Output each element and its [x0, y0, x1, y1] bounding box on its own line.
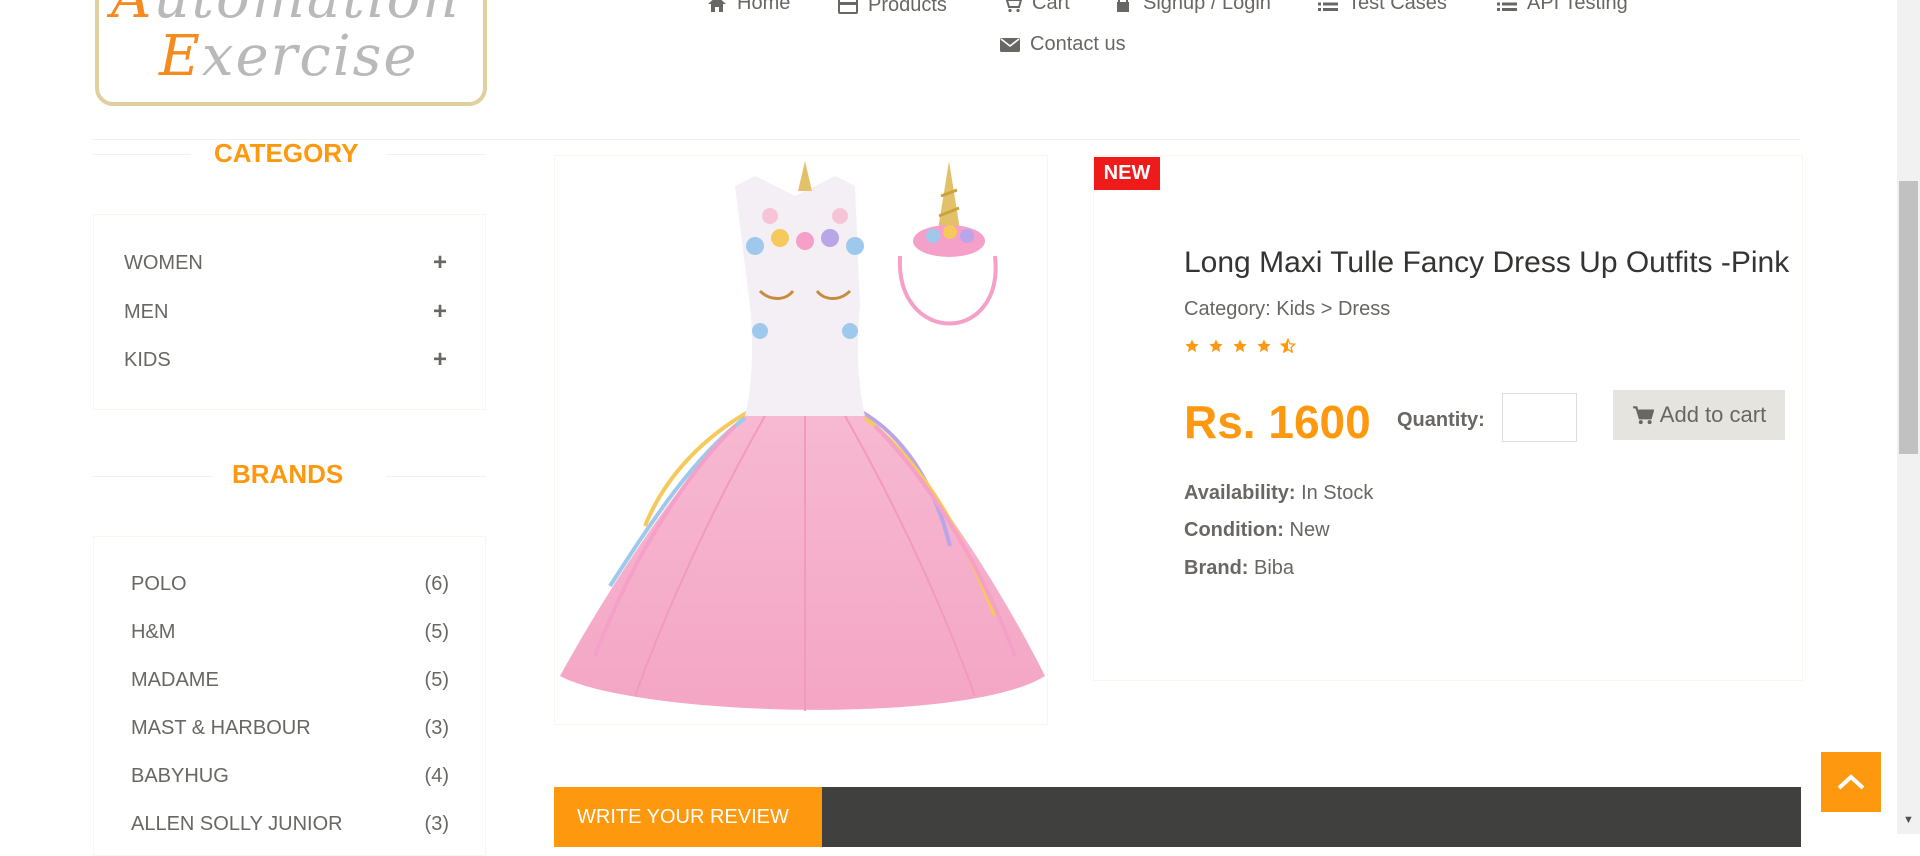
brand-count: (5): [424, 621, 449, 643]
scroll-up-button[interactable]: [1821, 752, 1881, 812]
nav-home[interactable]: Home: [707, 0, 790, 15]
availability-label: Availability:: [1184, 482, 1296, 504]
plus-icon[interactable]: +: [433, 346, 447, 374]
nav-signup-login[interactable]: Signup / Login: [1113, 0, 1271, 15]
brand-count: (3): [424, 813, 449, 835]
brands-panel: POLO (6) H&M (5) MADAME (5) MAST & HARBO…: [93, 536, 486, 856]
nav-contact-label: Contact us: [1030, 33, 1126, 55]
products-icon: [838, 0, 858, 16]
availability: Availability: In Stock: [1184, 482, 1373, 505]
rating-stars: [1184, 338, 1296, 354]
condition: Condition: New: [1184, 519, 1330, 542]
category-item-men[interactable]: MEN +: [124, 298, 447, 326]
scrollbar-thumb[interactable]: [1899, 181, 1918, 454]
list-icon: [1497, 0, 1517, 14]
nav-products[interactable]: Products: [838, 0, 947, 17]
plus-icon[interactable]: +: [433, 249, 447, 277]
brand-item-babyhug[interactable]: BABYHUG (4): [131, 765, 449, 788]
site-logo[interactable]: Automation Exercise: [95, 0, 487, 106]
nav-api-testing-label: API Testing: [1527, 0, 1628, 14]
cart-icon: [1632, 406, 1654, 425]
cart-icon: [1002, 0, 1022, 14]
nav-cart[interactable]: Cart: [1002, 0, 1070, 15]
brand: Brand: Biba: [1184, 557, 1294, 580]
new-badge: NEW: [1094, 157, 1160, 190]
nav-signup-label: Signup / Login: [1143, 0, 1271, 14]
category-item-label: MEN: [124, 300, 169, 323]
quantity-input[interactable]: [1502, 393, 1577, 442]
title-divider: [93, 154, 191, 155]
plus-icon[interactable]: +: [433, 298, 447, 326]
star-icon: [1209, 339, 1223, 352]
product-category: Category: Kids > Dress: [1184, 298, 1391, 320]
add-to-cart-button[interactable]: Add to cart: [1613, 390, 1785, 440]
chevron-up-icon: [1837, 774, 1865, 790]
tab-write-your-review[interactable]: WRITE YOUR REVIEW: [554, 787, 822, 847]
brand-item-mast-harbour[interactable]: MAST & HARBOUR (3): [131, 717, 449, 740]
brand-name: MADAME: [131, 669, 219, 691]
brand-count: (6): [424, 573, 449, 595]
home-icon: [707, 0, 727, 14]
nav-contact-us[interactable]: Contact us: [1000, 33, 1126, 56]
dress-illustration: [560, 161, 1045, 711]
nav-cart-label: Cart: [1032, 0, 1070, 14]
nav-test-cases[interactable]: Test Cases: [1318, 0, 1447, 15]
availability-value: In Stock: [1295, 482, 1374, 504]
star-icon: [1185, 339, 1199, 352]
title-divider: [93, 476, 213, 477]
brand-name: ALLEN SOLLY JUNIOR: [131, 813, 343, 835]
star-icon: [1233, 339, 1247, 352]
category-item-women[interactable]: WOMEN +: [124, 249, 447, 277]
brand-name: POLO: [131, 573, 187, 595]
nav-api-testing[interactable]: API Testing: [1497, 0, 1628, 15]
condition-value: New: [1283, 519, 1330, 541]
brand-label: Brand:: [1184, 557, 1249, 579]
brand-name: BABYHUG: [131, 765, 229, 787]
add-to-cart-label: Add to cart: [1659, 402, 1767, 427]
brand-count: (3): [424, 717, 449, 739]
brand-value: Biba: [1248, 557, 1295, 579]
nav-products-label: Products: [868, 0, 947, 16]
category-title: CATEGORY: [214, 138, 359, 168]
nav-test-cases-label: Test Cases: [1348, 0, 1447, 14]
title-divider: [386, 476, 486, 477]
brand-item-hm[interactable]: H&M (5): [131, 621, 449, 644]
brand-name: H&M: [131, 621, 176, 643]
list-icon: [1318, 0, 1338, 14]
lock-icon: [1113, 0, 1133, 14]
category-item-label: WOMEN: [124, 251, 203, 274]
brand-name: MAST & HARBOUR: [131, 717, 311, 739]
product-image: [554, 155, 1048, 725]
brand-item-madame[interactable]: MADAME (5): [131, 669, 449, 692]
brands-title: BRANDS: [232, 459, 344, 489]
brand-item-allen-solly-junior[interactable]: ALLEN SOLLY JUNIOR (3): [131, 813, 449, 836]
title-divider: [386, 154, 486, 155]
quantity-label: Quantity:: [1397, 409, 1485, 431]
category-item-kids[interactable]: KIDS +: [124, 346, 447, 374]
category-panel: WOMEN + MEN + KIDS +: [93, 214, 486, 410]
brand-count: (5): [424, 669, 449, 691]
product-price: Rs. 1600: [1184, 396, 1371, 448]
brand-count: (4): [424, 765, 449, 787]
half-star-icon: [1280, 338, 1296, 354]
nav-home-label: Home: [737, 0, 791, 14]
condition-label: Condition:: [1184, 519, 1284, 541]
star-icon: [1257, 339, 1271, 352]
category-item-label: KIDS: [124, 348, 171, 371]
envelope-icon: [1000, 35, 1020, 55]
logo-line-2: Exercise: [159, 24, 419, 89]
scroll-down-arrow-icon[interactable]: ▼: [1899, 812, 1918, 828]
product-name: Long Maxi Tulle Fancy Dress Up Outfits -…: [1184, 246, 1790, 279]
brand-item-polo[interactable]: POLO (6): [131, 573, 449, 596]
